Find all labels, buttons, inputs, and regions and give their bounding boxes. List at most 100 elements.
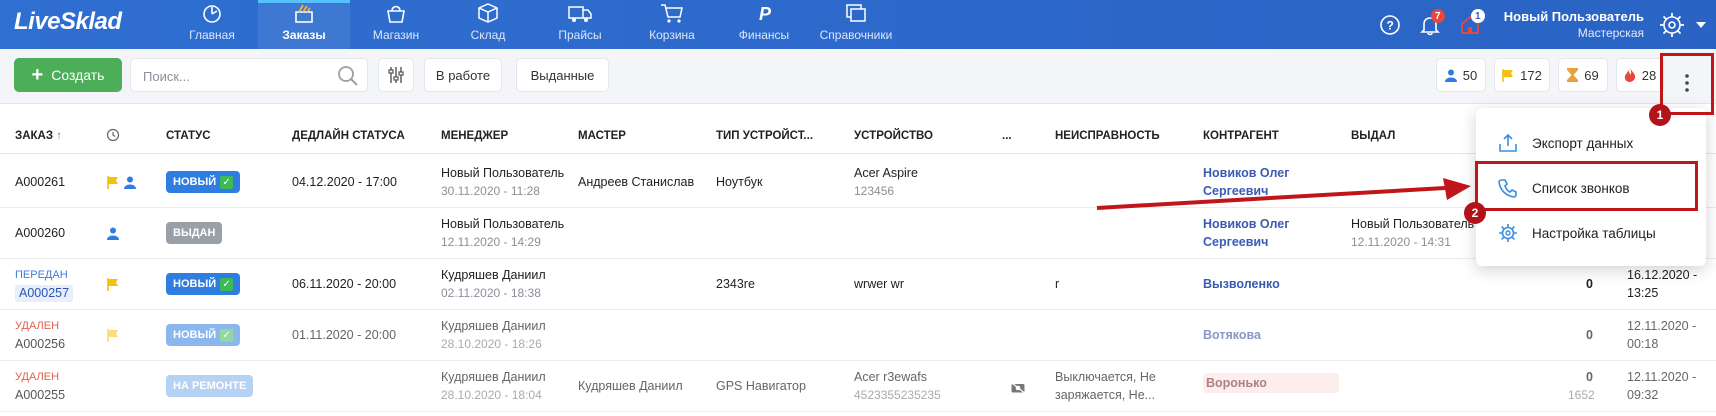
- no-photo-icon: [1011, 382, 1025, 393]
- flag-icon: [107, 329, 118, 342]
- issued-date: 12.11.2020 - 14:31: [1351, 235, 1451, 249]
- contractor-link[interactable]: Воронько: [1203, 373, 1339, 393]
- col-extra[interactable]: ...: [1002, 130, 1012, 142]
- branch-button[interactable]: 1: [1450, 0, 1490, 49]
- status-badge[interactable]: НОВЫЙ ✓: [166, 171, 241, 193]
- order-id[interactable]: A000260: [15, 225, 65, 242]
- master-name: Андреев Станислав: [578, 175, 695, 189]
- manager-date: 02.11.2020 - 18:38: [441, 286, 541, 300]
- status-badge[interactable]: НА РЕМОНТЕ: [166, 375, 254, 397]
- nav-label: Корзина: [649, 28, 695, 42]
- order-id[interactable]: A000257: [15, 285, 74, 302]
- counter-value: 172: [1520, 67, 1542, 83]
- menu-label: Экспорт данных: [1532, 135, 1634, 151]
- user-menu-caret[interactable]: [1692, 0, 1710, 49]
- counter-waiting[interactable]: 69: [1558, 58, 1608, 92]
- menu-item-table-settings[interactable]: Настройка таблицы: [1476, 212, 1706, 254]
- step-marker-1: 1: [1649, 104, 1671, 126]
- search-input[interactable]: [143, 66, 323, 86]
- order-id[interactable]: A000261: [15, 174, 65, 191]
- col-fault[interactable]: НЕИСПРАВНОСТЬ: [1055, 130, 1160, 142]
- top-navigation-bar: LiveSklad Главная Заказы Магазин Склад П…: [0, 0, 1716, 49]
- nav-item-orders[interactable]: Заказы: [258, 0, 350, 49]
- check-icon: ✓: [220, 328, 234, 342]
- flag-icon: [107, 176, 118, 189]
- order-prefix: ПЕРЕДАН: [15, 269, 68, 281]
- notifications-button[interactable]: 7: [1410, 0, 1450, 49]
- user-organization: Мастерская: [1577, 25, 1644, 40]
- filter-settings-button[interactable]: [378, 58, 414, 92]
- col-history[interactable]: [106, 128, 120, 145]
- nav-label: Заказы: [282, 28, 326, 42]
- counter-urgent[interactable]: 28: [1616, 58, 1664, 92]
- manager-name: Кудряшев Даниил: [441, 268, 546, 282]
- deadline: 06.11.2020 - 20:00: [292, 277, 397, 291]
- fault-text-line2: заряжается, Не...: [1055, 388, 1156, 402]
- truck-icon: [568, 6, 592, 22]
- nav-item-catalogs[interactable]: Справочники: [810, 0, 902, 49]
- col-issued-by[interactable]: ВЫДАЛ: [1351, 130, 1395, 142]
- person-icon: [124, 176, 136, 189]
- nav-label: Главная: [189, 28, 235, 42]
- device-type: GPS Навигатор: [716, 379, 806, 393]
- nav-item-home[interactable]: Главная: [166, 0, 258, 49]
- table-row[interactable]: ПЕРЕДАН A000257 НОВЫЙ ✓ 06.11.2020 - 20:0…: [0, 259, 1716, 310]
- table-row[interactable]: УДАЛЕН A000255 НА РЕМОНТЕ Кудряшев Дании…: [0, 361, 1716, 412]
- date-issued-time: 09:32: [1627, 388, 1659, 402]
- col-master[interactable]: МАСТЕР: [578, 130, 626, 142]
- counter-assigned[interactable]: 50: [1436, 58, 1486, 92]
- nav-item-prices[interactable]: Прайсы: [534, 0, 626, 49]
- filter-issued-button[interactable]: Выданные: [516, 58, 609, 92]
- filter-in-work-button[interactable]: В работе: [424, 58, 502, 92]
- contractor-link[interactable]: Вызволенко: [1203, 276, 1280, 293]
- check-icon: ✓: [220, 175, 234, 189]
- nav-label: Прайсы: [558, 28, 602, 42]
- contractor-link[interactable]: Вотякова: [1203, 327, 1261, 344]
- device-serial: 123456: [854, 184, 895, 198]
- search-box: [130, 58, 368, 92]
- annotation-arrow: [1096, 178, 1471, 210]
- gear-icon: [1499, 224, 1517, 242]
- col-order[interactable]: ЗАКАЗ ↑: [15, 130, 62, 142]
- user-settings-button[interactable]: [1652, 0, 1692, 49]
- nav-item-warehouse[interactable]: Склад: [442, 0, 534, 49]
- warehouse-icon: [478, 3, 498, 23]
- contractor-link-line2[interactable]: Сергеевич: [1203, 234, 1268, 251]
- col-status[interactable]: СТАТУС: [166, 130, 211, 142]
- person-icon: [107, 227, 119, 240]
- deadline: 04.12.2020 - 17:00: [292, 175, 397, 189]
- date-issued-time: 13:25: [1627, 286, 1659, 300]
- col-contractor[interactable]: КОНТРАГЕНТ: [1203, 130, 1279, 142]
- contractor-link[interactable]: Новиков Олег: [1203, 216, 1289, 233]
- search-icon[interactable]: [337, 65, 359, 87]
- orders-icon: [295, 4, 313, 23]
- col-device[interactable]: УСТРОЙСТВО: [854, 130, 933, 142]
- order-id[interactable]: A000255: [15, 387, 65, 404]
- dashboard-icon: [203, 5, 221, 23]
- counter-flagged[interactable]: 172: [1494, 58, 1550, 92]
- help-icon: ?: [1379, 14, 1400, 35]
- hourglass-icon: [1567, 68, 1579, 82]
- nav-item-finance[interactable]: P Финансы: [718, 0, 810, 49]
- status-badge[interactable]: НОВЫЙ ✓: [166, 324, 241, 346]
- orders-toolbar: + Создать В работе Выданные 50 172 69 28: [0, 49, 1716, 104]
- user-info[interactable]: Новый Пользователь Мастерская: [1504, 9, 1644, 41]
- create-order-button[interactable]: + Создать: [14, 58, 122, 92]
- device-type: Ноутбук: [716, 175, 763, 189]
- nav-item-cart[interactable]: Корзина: [626, 0, 718, 49]
- main-nav: Главная Заказы Магазин Склад Прайсы Корз…: [166, 0, 902, 49]
- help-button[interactable]: ?: [1370, 0, 1410, 49]
- manager-name: Новый Пользователь: [441, 217, 565, 231]
- col-manager[interactable]: МЕНЕДЖЕР: [441, 130, 508, 142]
- menu-item-export[interactable]: Экспорт данных: [1476, 122, 1706, 164]
- col-device-type[interactable]: ТИП УСТРОЙСТ...: [716, 130, 813, 142]
- col-deadline[interactable]: ДЕДЛАЙН СТАТУСА: [292, 130, 405, 142]
- flag-icon: [107, 278, 118, 291]
- table-row[interactable]: УДАЛЕН A000256 НОВЫЙ ✓ 01.11.2020 - 20:00…: [0, 310, 1716, 361]
- status-badge[interactable]: НОВЫЙ ✓: [166, 273, 241, 295]
- status-badge[interactable]: ВЫДАН: [166, 222, 223, 244]
- order-id[interactable]: A000256: [15, 336, 65, 353]
- upload-icon: [1499, 133, 1517, 152]
- nav-item-shop[interactable]: Магазин: [350, 0, 442, 49]
- app-logo[interactable]: LiveSklad: [14, 8, 122, 36]
